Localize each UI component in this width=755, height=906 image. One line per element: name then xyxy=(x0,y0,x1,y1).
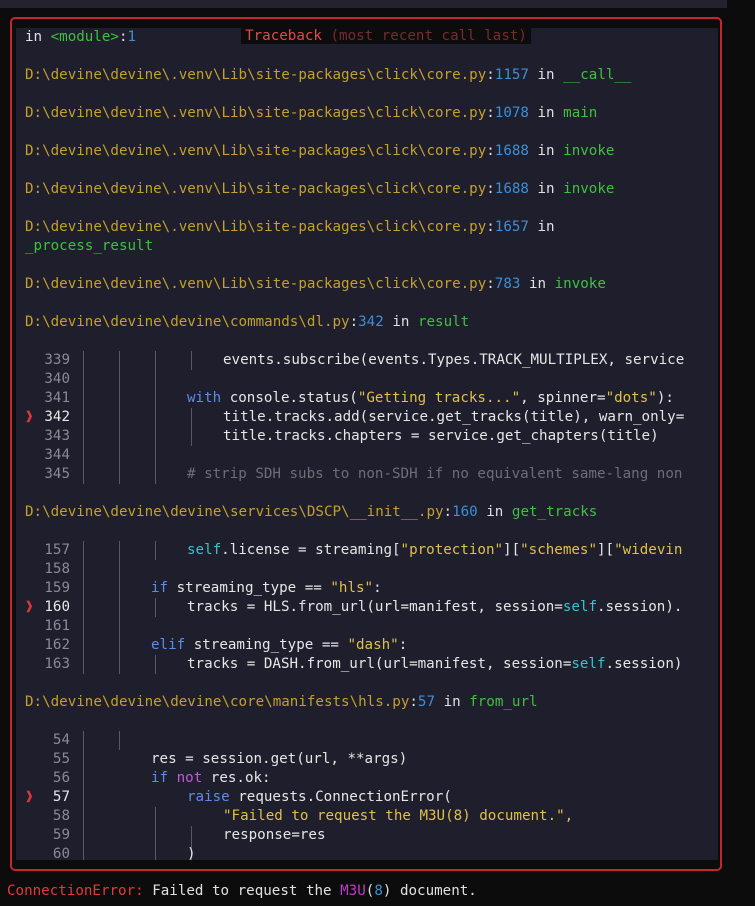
code-line: 339 events.subscribe(events.Types.TRACK_M… xyxy=(44,352,685,368)
code-line: 162 elif streaming_type == "dash": xyxy=(44,637,408,653)
frame-8-line: 160 xyxy=(452,504,478,520)
code-line: 340 xyxy=(44,371,70,387)
current-line-marker: ❱ xyxy=(25,789,34,805)
traceback-panel: in <module>:1 D:\devine\devine\.venv\Lib… xyxy=(16,28,718,860)
frame-location-9: D:\devine\devine\devine\core\manifests\h… xyxy=(25,694,538,710)
frame-5-func: _process_result xyxy=(25,238,154,254)
frame-5-func-wrapped: _process_result xyxy=(25,237,153,256)
frame-location-8: D:\devine\devine\devine\services\DSCP\__… xyxy=(25,504,598,520)
frame-location-7: D:\devine\devine\devine\commands\dl.py:3… xyxy=(25,314,470,330)
code-line: 345 # strip SDH subs to non-SDH if no equ… xyxy=(44,466,683,482)
code-line-current: ❱ 160 tracks = HLS.from_url(url=manifest, … xyxy=(25,599,683,615)
frame-1-path: D:\devine\devine\.venv\Lib\site-packages… xyxy=(25,67,487,83)
frame-8-func: get_tracks xyxy=(511,504,598,520)
frame-1-func: __call__ xyxy=(563,67,632,83)
frame-3-line: 1688 xyxy=(494,143,529,159)
frame-location-2: D:\devine\devine\.venv\Lib\site-packages… xyxy=(25,105,598,121)
code-line: 60) xyxy=(52,846,196,860)
frame-location-6: D:\devine\devine\.venv\Lib\site-packages… xyxy=(25,276,606,292)
frame-location-3: D:\devine\devine\.venv\Lib\site-packages… xyxy=(25,143,615,159)
code-line: 55 res = session.get(url, **args) xyxy=(52,751,408,767)
frame-location-4: D:\devine\devine\.venv\Lib\site-packages… xyxy=(25,181,615,197)
frame-6-func: invoke xyxy=(554,276,606,292)
frame-6-path: D:\devine\devine\.venv\Lib\site-packages… xyxy=(25,276,487,292)
frame-4-line: 1688 xyxy=(494,181,529,197)
traceback-title-main: Traceback xyxy=(245,28,322,44)
code-line-current: ❱ 342 title.tracks.add(service.get_tracks(… xyxy=(25,409,685,425)
error-type: ConnectionError: xyxy=(7,883,144,899)
frame-6-line: 783 xyxy=(494,276,521,292)
frame-1-line: 1157 xyxy=(494,67,529,83)
frame-7-line: 342 xyxy=(358,314,384,330)
frame-location-1: D:\devine\devine\.venv\Lib\site-packages… xyxy=(25,67,632,83)
frame-7-path: D:\devine\devine\devine\commands\dl.py xyxy=(25,314,350,330)
frame-4-func: invoke xyxy=(563,181,615,197)
current-line-marker: ❱ xyxy=(25,599,34,615)
code-line: 343 title.tracks.chapters = service.get_c… xyxy=(44,428,659,444)
frame-9-func: from_url xyxy=(469,694,538,710)
code-line-current: ❱ 57 raise requests.ConnectionError( xyxy=(25,789,452,805)
frame-8-path: D:\devine\devine\devine\services\DSCP\__… xyxy=(25,504,444,520)
frame-2-path: D:\devine\devine\.venv\Lib\site-packages… xyxy=(25,105,487,121)
frame-2-line: 1078 xyxy=(494,105,529,121)
frame-5-path: D:\devine\devine\.venv\Lib\site-packages… xyxy=(25,219,487,235)
code-line: 161 xyxy=(44,618,70,634)
traceback-title: Traceback (most recent call last) xyxy=(0,8,755,46)
code-line: 341 with console.status("Getting tracks..… xyxy=(44,390,674,406)
code-line: 157 self.license = streaming["protection"… xyxy=(44,542,683,558)
frame-2-func: main xyxy=(563,105,598,121)
frame-5-line: 1657 xyxy=(494,219,529,235)
code-line: 159 if streaming_type == "hls": xyxy=(44,580,382,596)
frame-3-path: D:\devine\devine\.venv\Lib\site-packages… xyxy=(25,143,487,159)
code-line: 344 xyxy=(44,447,70,463)
frame-3-func: invoke xyxy=(563,143,615,159)
error-message: ConnectionError: Failed to request the M… xyxy=(7,883,477,899)
frame-location-5: D:\devine\devine\.venv\Lib\site-packages… xyxy=(25,219,555,235)
code-line: 54 xyxy=(52,732,70,748)
code-line: 58 "Failed to request the M3U(8) document… xyxy=(52,808,574,824)
code-line: 158 xyxy=(44,561,70,577)
code-line: 56 if not res.ok: xyxy=(52,770,271,786)
frame-9-path: D:\devine\devine\devine\core\manifests\h… xyxy=(25,694,410,710)
code-line: 163 tracks = DASH.from_url(url=manifest, … xyxy=(44,656,683,672)
frame-7-func: result xyxy=(417,314,470,330)
code-line: 59 response=res xyxy=(52,827,326,843)
traceback-title-sub: (most recent call last) xyxy=(330,28,527,44)
frame-4-path: D:\devine\devine\.venv\Lib\site-packages… xyxy=(25,181,487,197)
frame-9-line: 57 xyxy=(417,694,436,710)
top-scroll-strip xyxy=(0,0,727,8)
current-line-marker: ❱ xyxy=(25,409,34,425)
